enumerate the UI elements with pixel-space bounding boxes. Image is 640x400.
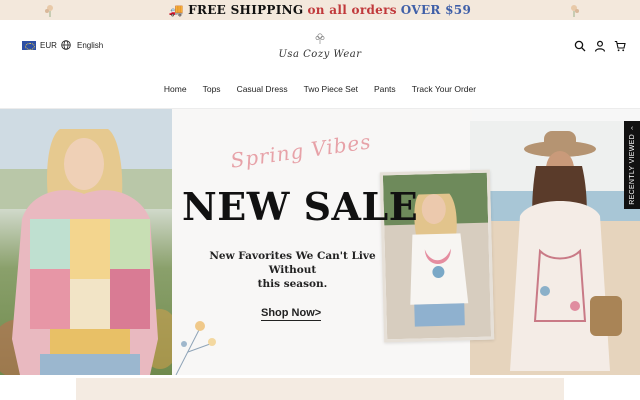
announcement-free-shipping: FREE SHIPPING: [188, 3, 304, 17]
search-icon[interactable]: [574, 40, 586, 52]
user-icon[interactable]: [594, 40, 606, 52]
floral-decoration-icon: [571, 5, 579, 17]
truck-icon: 🚚: [168, 3, 185, 17]
announcement-threshold: OVER $59: [400, 3, 472, 17]
nav-tops[interactable]: Tops: [195, 84, 229, 100]
nav-two-piece-set[interactable]: Two Piece Set: [296, 84, 366, 100]
recently-viewed-label: RECENTLY VIEWED: [628, 134, 636, 205]
site-logo[interactable]: Usa Cozy Wear: [270, 32, 370, 66]
site-header: EUR English Usa Cozy Wear: [0, 20, 640, 78]
language-selector[interactable]: English: [61, 40, 103, 50]
floral-sprig-icon: [175, 321, 216, 375]
shop-now-button[interactable]: Shop Now>: [261, 307, 322, 321]
model-photo-left: [0, 109, 172, 375]
chevron-left-icon: ‹: [630, 125, 634, 133]
announcement-on-all-orders: on all orders: [307, 3, 397, 17]
nav-home[interactable]: Home: [156, 84, 195, 100]
language-label: English: [77, 40, 104, 50]
hero-subline: New Favorites We Can't Live Without this…: [190, 249, 395, 291]
nav-track-your-order[interactable]: Track Your Order: [404, 84, 484, 100]
currency-label: EUR: [40, 41, 57, 50]
main-navigation: Home Tops Casual Dress Two Piece Set Pan…: [0, 84, 640, 100]
announcement-bar: 🚚 FREE SHIPPING on all orders OVER $59: [0, 0, 640, 20]
logo-text: Usa Cozy Wear: [278, 49, 362, 60]
globe-icon: [61, 40, 71, 50]
hero-headline: NEW SALE: [182, 184, 419, 229]
nav-casual-dress[interactable]: Casual Dress: [229, 84, 296, 100]
cart-icon[interactable]: [614, 40, 626, 52]
hero-subline-2: this season.: [257, 278, 328, 290]
hero-subline-1: New Favorites We Can't Live Without: [209, 250, 376, 276]
currency-selector[interactable]: EUR: [22, 41, 57, 50]
model-kaftan-hat-image: [470, 121, 640, 375]
model-patchwork-sweater-image: [0, 109, 172, 375]
flower-logo-icon: [315, 33, 325, 44]
recently-viewed-tab[interactable]: ‹ RECENTLY VIEWED: [624, 121, 640, 209]
next-section-banner: [76, 378, 564, 400]
floral-decoration-icon: [45, 5, 53, 17]
hero-banner[interactable]: Spring Vibes NEW SALE New Favorites We C…: [0, 109, 640, 375]
nav-pants[interactable]: Pants: [366, 84, 404, 100]
header-actions: [574, 40, 626, 52]
model-photo-right: [470, 121, 640, 375]
eu-flag-icon: [22, 41, 36, 50]
